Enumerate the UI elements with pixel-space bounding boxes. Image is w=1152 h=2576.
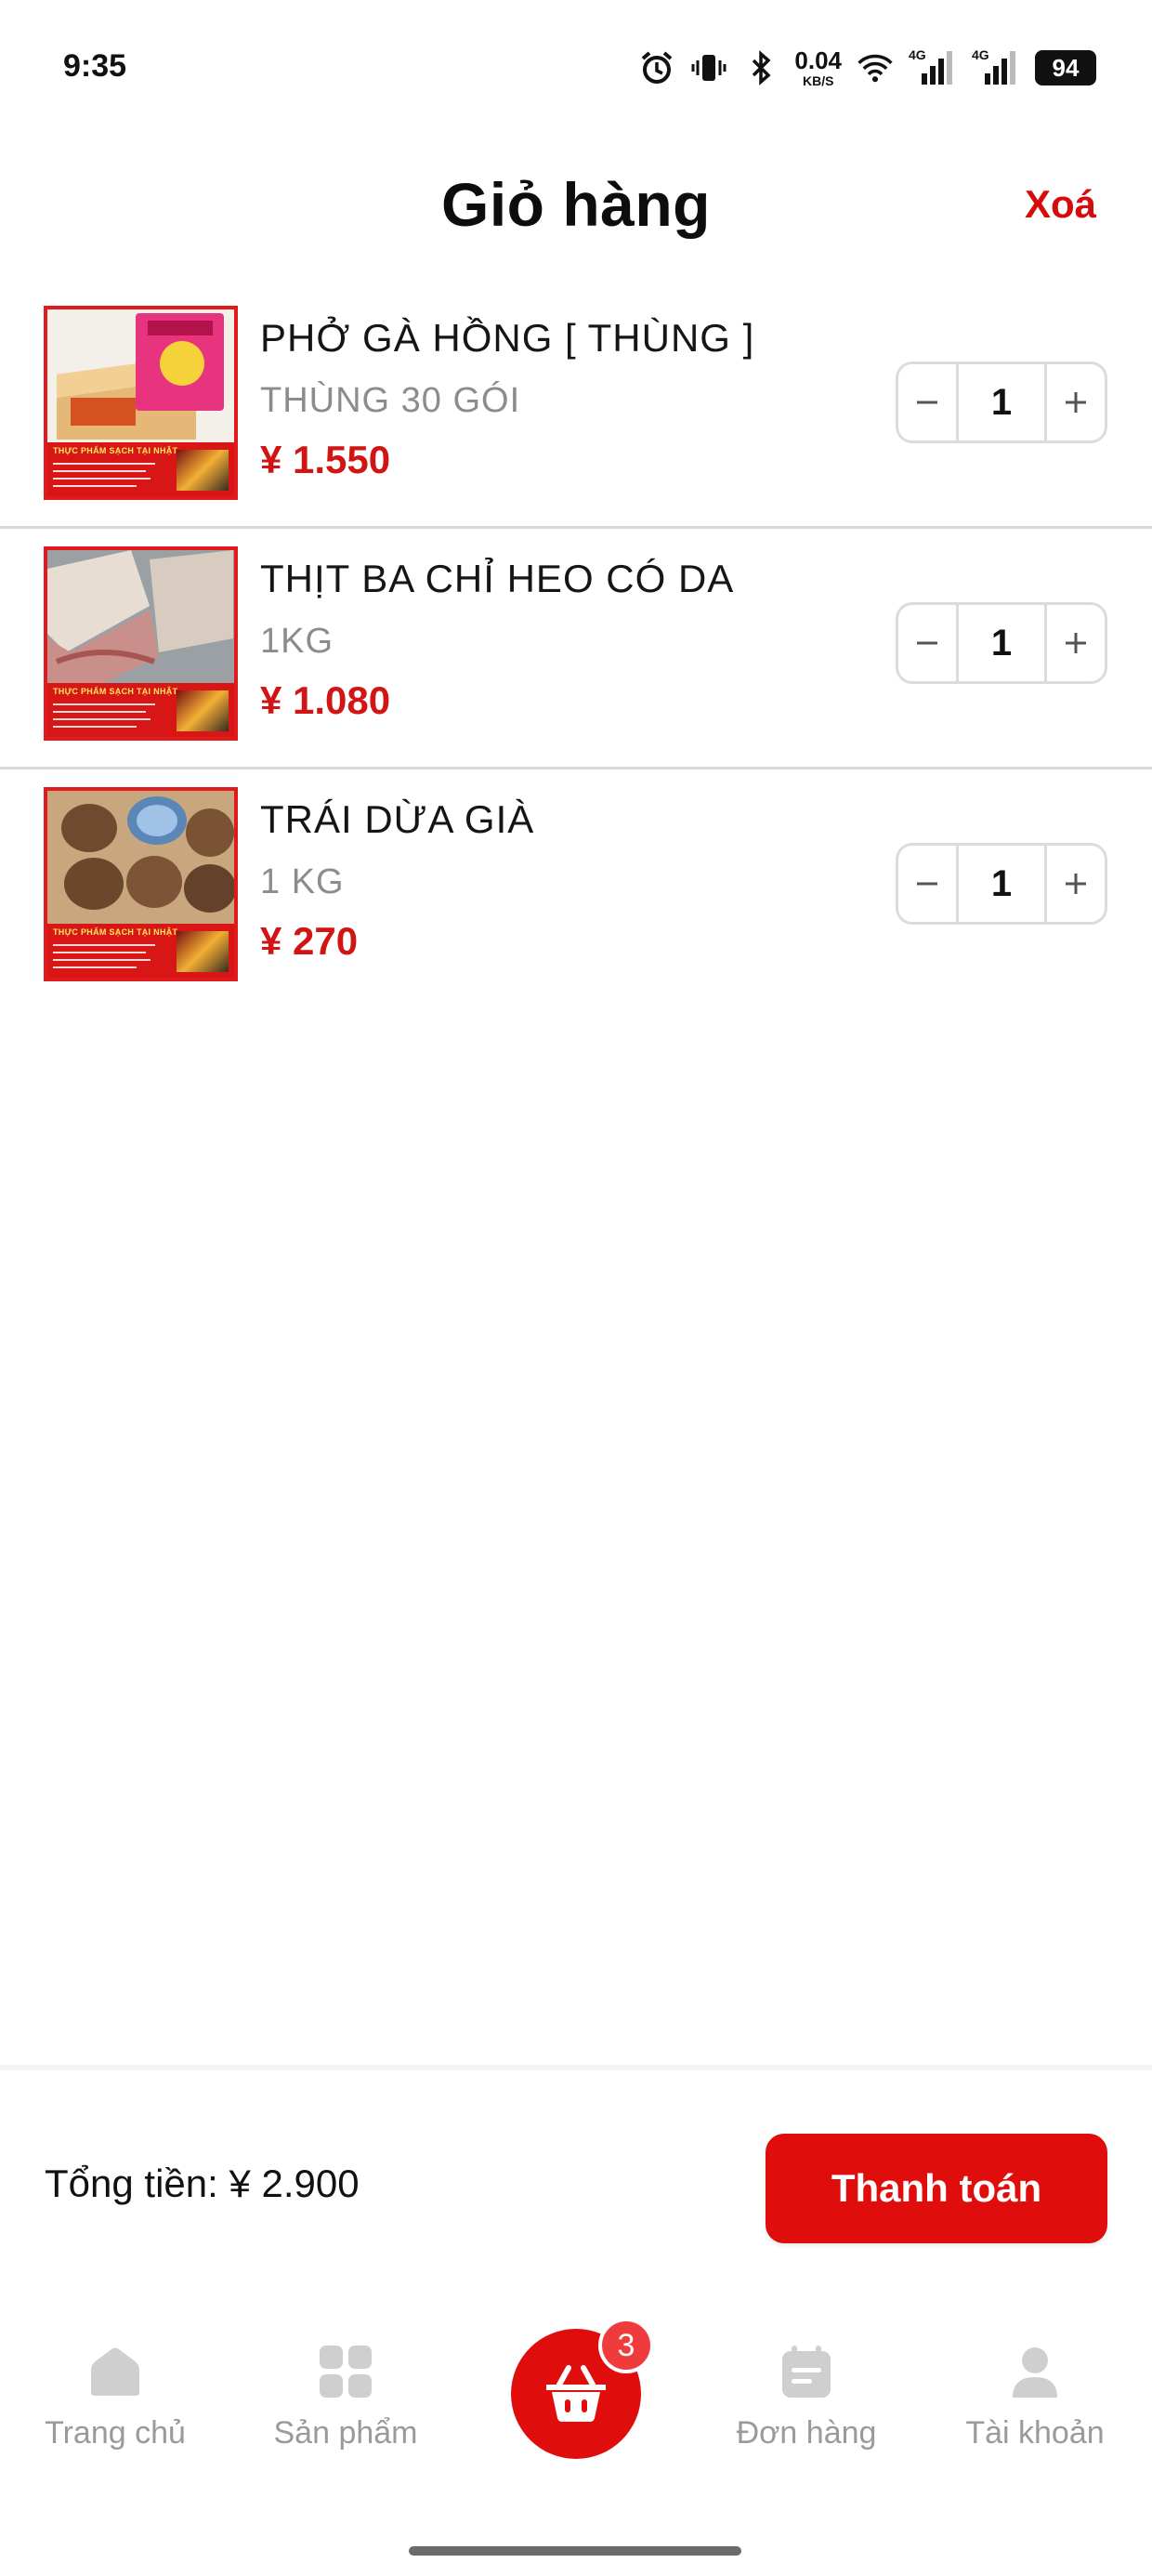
item-info: TRÁI DỪA GIÀ 1 KG ¥ 270 [260,797,855,964]
product-banner: THỰC PHẨM SẠCH TẠI NHẬT [47,924,234,978]
grid-icon [320,2346,372,2398]
minus-icon [917,401,937,404]
banner-text: THỰC PHẨM SẠCH TẠI NHẬT [53,446,178,455]
item-info: THỊT BA CHỈ HEO CÓ DA 1KG ¥ 1.080 [260,557,855,723]
increase-button[interactable] [1047,605,1105,681]
nav-orders-label: Đơn hàng [736,2415,877,2451]
quantity-value[interactable]: 1 [956,846,1047,922]
product-image[interactable]: THỰC PHẨM SẠCH TẠI NHẬT [44,546,238,741]
home-indicator[interactable] [409,2546,741,2556]
total-amount: Tổng tiền: ¥ 2.900 [45,2162,360,2205]
nav-products[interactable]: Sản phẩm [243,2342,448,2451]
nav-account[interactable]: Tài khoản [933,2342,1137,2451]
increase-button[interactable] [1047,846,1105,922]
nav-orders[interactable]: Đơn hàng [704,2342,909,2451]
nav-products-label: Sản phẩm [273,2415,418,2451]
orders-icon [782,2346,831,2398]
minus-icon [917,882,937,886]
nav-account-label: Tài khoản [965,2415,1105,2451]
item-name: TRÁI DỪA GIÀ [260,797,535,841]
banner-text: THỰC PHẨM SẠCH TẠI NHẬT [53,687,178,696]
net-speed: 0.04 KB/S [794,48,842,87]
plus-icon [1066,392,1086,413]
product-image[interactable]: THỰC PHẨM SẠCH TẠI NHẬT [44,306,238,500]
net-speed-value: 0.04 [794,46,842,74]
battery-icon: 94 [1035,50,1096,85]
product-image[interactable]: THỰC PHẨM SẠCH TẠI NHẬT [44,787,238,981]
quantity-value[interactable]: 1 [956,605,1047,681]
cart-list: THỰC PHẨM SẠCH TẠI NHẬT PHỞ GÀ HỒNG [ TH… [0,288,1152,1010]
decrease-button[interactable] [898,605,956,681]
plus-icon [1066,874,1086,894]
product-photo [47,309,234,442]
item-price: ¥ 1.550 [260,438,391,481]
quantity-value[interactable]: 1 [956,364,1047,440]
banner-text: THỰC PHẨM SẠCH TẠI NHẬT [53,927,178,937]
increase-button[interactable] [1047,364,1105,440]
wifi-icon [857,49,894,86]
signal-icon: 4G [972,47,1020,86]
clear-cart-button[interactable]: Xoá [1025,182,1096,227]
alarm-icon [638,49,675,86]
user-icon [1013,2347,1057,2398]
bluetooth-icon [742,49,779,86]
item-name: THỊT BA CHỈ HEO CÓ DA [260,557,735,600]
plus-icon [1066,633,1086,653]
item-unit: 1KG [260,622,334,661]
minus-icon [917,641,937,645]
signal-icon: 4G [909,47,957,86]
cart-item[interactable]: THỰC PHẨM SẠCH TẠI NHẬT PHỞ GÀ HỒNG [ TH… [0,288,1152,529]
status-icons: 0.04 KB/S 4G 4G 94 [638,45,1096,91]
header: Giỏ hàng Xoá [0,158,1152,260]
status-bar: 9:35 0.04 KB/S 4G 4G 94 [0,0,1152,139]
product-photo [47,791,234,924]
product-banner: THỰC PHẨM SẠCH TẠI NHẬT [47,442,234,496]
item-unit: THÙNG 30 GÓI [260,381,521,420]
item-name: PHỞ GÀ HỒNG [ THÙNG ] [260,316,755,360]
checkout-button[interactable]: Thanh toán [766,2134,1107,2243]
quantity-stepper: 1 [896,843,1107,925]
nav-home-label: Trang chủ [45,2415,186,2451]
item-unit: 1 KG [260,862,345,901]
item-price: ¥ 1.080 [260,678,391,722]
product-photo [47,550,234,683]
basket-icon [546,2365,606,2422]
decrease-button[interactable] [898,364,956,440]
item-info: PHỞ GÀ HỒNG [ THÙNG ] THÙNG 30 GÓI ¥ 1.5… [260,316,855,482]
nav-home[interactable]: Trang chủ [13,2342,217,2451]
quantity-stepper: 1 [896,602,1107,684]
status-time: 9:35 [63,48,127,84]
quantity-stepper: 1 [896,361,1107,443]
page-title: Giỏ hàng [441,170,711,239]
cart-item[interactable]: THỰC PHẨM SẠCH TẠI NHẬT THỊT BA CHỈ HEO … [0,529,1152,769]
vibrate-icon [690,49,727,86]
cart-count-badge: 3 [598,2318,654,2373]
net-speed-unit: KB/S [802,73,834,88]
item-price: ¥ 270 [260,919,359,963]
home-icon [91,2347,139,2396]
checkout-bar: Tổng tiền: ¥ 2.900 Thanh toán [0,2065,1152,2297]
bottom-nav: Trang chủ Sản phẩm 3 Đơn hàng Tài khoản [0,2297,1152,2576]
cart-item[interactable]: THỰC PHẨM SẠCH TẠI NHẬT TRÁI DỪA GIÀ 1 K… [0,769,1152,1010]
product-banner: THỰC PHẨM SẠCH TẠI NHẬT [47,683,234,737]
decrease-button[interactable] [898,846,956,922]
